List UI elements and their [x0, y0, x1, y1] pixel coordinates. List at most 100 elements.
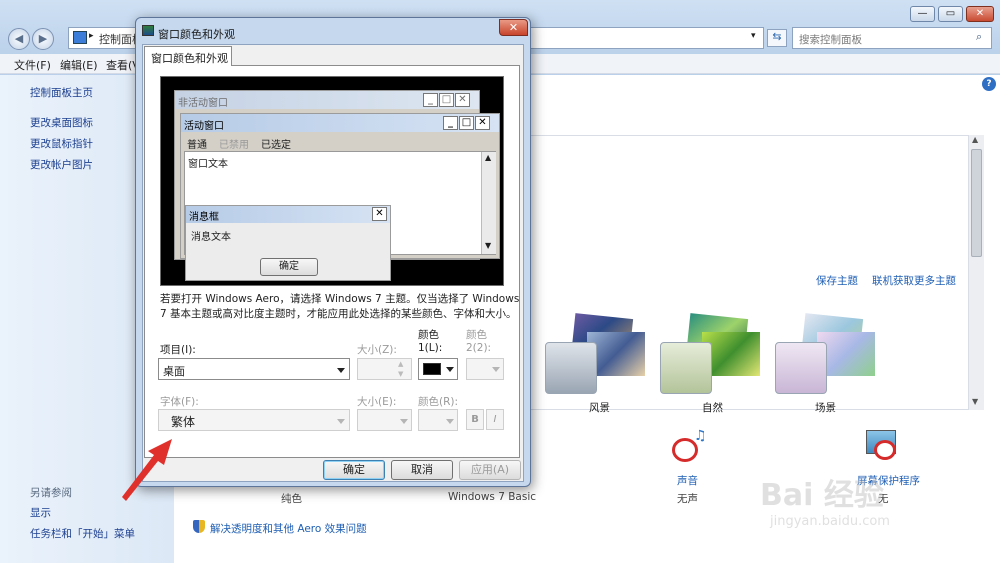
font-label: 字体(F):: [160, 396, 199, 408]
preview-window-text: 窗口文本: [188, 159, 228, 170]
chevron-down-icon: [492, 367, 500, 372]
menu-edit[interactable]: 编辑(E): [60, 57, 98, 73]
info-text-line1: 若要打开 Windows Aero，请选择 Windows 7 主题。仅当选择了…: [160, 293, 520, 305]
theme-basic-label: Windows 7 Basic: [448, 491, 537, 503]
preview-menu-disabled: 已禁用: [219, 140, 249, 151]
left-link-taskbar[interactable]: 任务栏和「开始」菜单: [30, 526, 135, 541]
sound-link[interactable]: 声音: [677, 473, 698, 488]
item-select[interactable]: 桌面: [158, 358, 350, 380]
back-button[interactable]: ◀: [8, 28, 30, 50]
close-icon: ✕: [455, 93, 470, 107]
forward-button[interactable]: ▶: [32, 28, 54, 50]
window-close-button[interactable]: ✕: [966, 6, 994, 22]
theme-label-nature: 自然: [702, 402, 723, 414]
color-value: 纯色: [281, 493, 302, 505]
control-panel-icon: [73, 31, 87, 44]
left-link-display[interactable]: 显示: [30, 505, 51, 520]
cancel-button[interactable]: 取消: [391, 460, 453, 480]
color1-label-b: 1(L):: [418, 342, 443, 354]
dialog-title: 窗口颜色和外观: [158, 28, 235, 41]
menu-file[interactable]: 文件(F): [14, 57, 51, 73]
close-icon: ✕: [475, 116, 490, 130]
close-icon: ✕: [372, 207, 387, 221]
preview-message-box: 消息框 ✕ 消息文本 确定: [185, 205, 391, 281]
dialog-icon: [142, 25, 154, 36]
color1-picker[interactable]: [418, 358, 458, 380]
chevron-down-icon: [400, 419, 408, 424]
minimize-button[interactable]: —: [910, 6, 935, 22]
tab-window-color[interactable]: 窗口颜色和外观: [144, 46, 232, 66]
size-z-stepper: ▲ ▼: [357, 358, 412, 380]
troubleshoot-link[interactable]: 解决透明度和其他 Aero 效果问题: [210, 521, 367, 536]
stepper-up-icon: ▲: [398, 360, 404, 368]
color-r-label: 颜色(R):: [418, 396, 459, 408]
left-link-desktop-icons[interactable]: 更改桌面图标: [30, 115, 93, 130]
more-themes-link[interactable]: 联机获取更多主题: [872, 273, 956, 288]
scroll-up-icon[interactable]: ▲: [972, 135, 978, 144]
search-box[interactable]: 搜索控制面板 ⌕: [792, 27, 992, 49]
theme-color-swatch: [545, 342, 597, 394]
shield-icon: [193, 520, 205, 533]
refresh-icon[interactable]: ⇆: [767, 29, 787, 47]
size-z-label: 大小(Z):: [357, 344, 397, 356]
dialog-close-button[interactable]: ✕: [499, 19, 528, 36]
no-entry-icon: [874, 440, 896, 460]
msgbox-titlebar: 消息框 ✕: [186, 206, 390, 223]
font-color-picker: [418, 409, 458, 431]
help-icon[interactable]: ?: [982, 77, 996, 91]
color2-label-b: 2(2):: [466, 342, 492, 354]
watermark-url: jingyan.baidu.com: [770, 514, 890, 529]
theme-label-scenes: 场景: [815, 402, 836, 414]
theme-scenes[interactable]: [773, 312, 883, 402]
theme-list-scrollbar[interactable]: ▲ ▼: [968, 135, 984, 410]
color1-swatch: [423, 363, 441, 375]
ok-button[interactable]: 确定: [323, 460, 385, 480]
chevron-down-icon: [446, 419, 454, 424]
address-dropdown-icon[interactable]: ▾: [751, 31, 756, 41]
apply-button: 应用(A): [459, 460, 521, 480]
msgbox-ok-button: 确定: [260, 258, 318, 276]
italic-button: I: [486, 409, 504, 430]
screensaver-icon[interactable]: [864, 428, 900, 464]
baidu-watermark: Bai 经验 jingyan.baidu.com: [760, 470, 960, 540]
preview-menu-selected: 已选定: [261, 140, 291, 151]
scroll-down-icon: ▼: [485, 241, 492, 250]
color2-label-a: 颜色: [466, 329, 487, 341]
theme-landscape[interactable]: [543, 312, 653, 402]
chevron-down-icon: [446, 367, 454, 372]
minimize-icon: _: [443, 116, 458, 130]
msgbox-text: 消息文本: [191, 232, 231, 243]
theme-color-swatch: [775, 342, 827, 394]
size-e-label: 大小(E):: [357, 396, 397, 408]
arrow-shape: [122, 439, 172, 501]
msgbox-title: 消息框: [189, 212, 219, 223]
scroll-down-icon[interactable]: ▼: [972, 397, 978, 406]
breadcrumb-arrow-icon: ▸: [89, 31, 94, 41]
search-placeholder: 搜索控制面板: [799, 34, 862, 46]
item-select-value: 桌面: [163, 365, 185, 378]
item-label: 项目(I):: [160, 344, 196, 356]
annotation-arrow: [122, 439, 172, 501]
appearance-preview: 非活动窗口 _ □ ✕ 活动窗口 _ □ ✕ 普通 已禁用 已选定 窗口文本 ▲…: [160, 76, 504, 286]
scrollbar-thumb[interactable]: [971, 149, 982, 257]
sound-icon[interactable]: ♫: [668, 428, 707, 466]
inactive-titlebar: 非活动窗口 _ □ ✕: [175, 91, 479, 109]
sound-value: 无声: [677, 493, 698, 505]
preview-menu-normal: 普通: [187, 140, 207, 151]
bold-button: B: [466, 409, 484, 430]
watermark-brand: Bai 经验: [760, 478, 884, 513]
left-link-home[interactable]: 控制面板主页: [30, 85, 93, 100]
chevron-down-icon: [337, 368, 345, 373]
left-link-mouse-pointer[interactable]: 更改鼠标指针: [30, 136, 93, 151]
save-theme-link[interactable]: 保存主题: [816, 273, 858, 288]
maximize-button[interactable]: ▭: [938, 6, 963, 22]
color2-picker: [466, 358, 504, 380]
maximize-icon: □: [439, 93, 454, 107]
theme-nature[interactable]: [658, 312, 768, 402]
active-title: 活动窗口: [184, 121, 224, 132]
music-note-icon: ♫: [694, 428, 707, 444]
search-icon[interactable]: ⌕: [976, 30, 982, 44]
left-link-account-picture[interactable]: 更改帐户图片: [30, 157, 93, 172]
theme-color-swatch: [660, 342, 712, 394]
theme-label-landscape: 风景: [589, 402, 610, 414]
